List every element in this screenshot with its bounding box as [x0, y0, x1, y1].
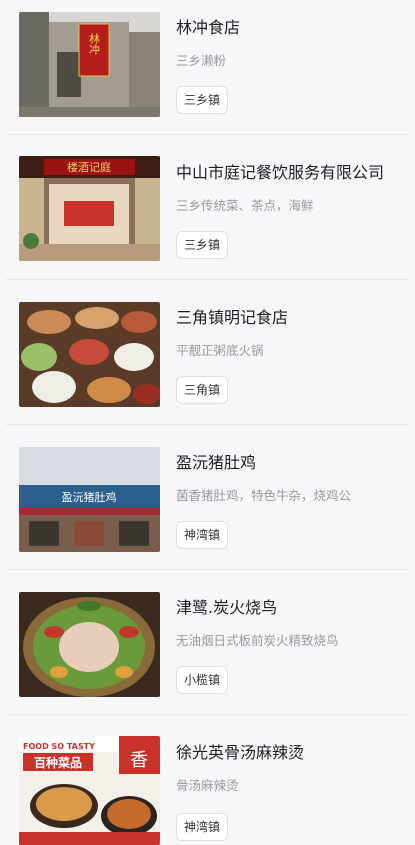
town-tag[interactable]: 三乡镇 — [176, 86, 229, 114]
town-tag[interactable]: 三角镇 — [176, 376, 229, 404]
divider — [6, 279, 409, 280]
divider — [6, 569, 409, 570]
town-tag[interactable]: 小榄镇 — [176, 666, 229, 694]
restaurant-description: 菌香猪肚鸡，特色牛杂，烧鸡公 — [176, 488, 352, 503]
sign-text: 楼酒记庭 — [67, 160, 111, 174]
sign-text: 林冲 — [88, 32, 101, 56]
poster-line1-text: FOOD SO TASTY — [23, 742, 95, 751]
restaurant-name[interactable]: 徐光英骨汤麻辣烫 — [176, 739, 304, 763]
list-item[interactable]: 津鹭.炭火烧鸟 无油烟日式板前炭火精致烧鸟 小榄镇 — [0, 580, 415, 725]
grilled-platter-image — [19, 592, 160, 697]
town-tag[interactable]: 三乡镇 — [176, 231, 229, 259]
divider — [6, 134, 409, 135]
list-item[interactable]: 林冲 林冲食店 三乡濑粉 三乡镇 — [0, 0, 415, 145]
restaurant-description: 骨汤麻辣烫 — [176, 778, 239, 793]
hotpot-dishes-image — [19, 302, 160, 407]
divider — [6, 714, 409, 715]
poster-badge-text: 香 — [130, 750, 148, 771]
restaurant-description: 平靓正粥底火锅 — [176, 343, 264, 358]
restaurant-hall-image: 楼酒记庭 — [19, 156, 160, 261]
restaurant-name[interactable]: 津鹭.炭火烧鸟 — [176, 594, 277, 618]
restaurant-name[interactable]: 盈沅猪肚鸡 — [176, 449, 256, 473]
restaurant-name[interactable]: 三角镇明记食店 — [176, 304, 288, 328]
restaurant-description: 三乡传统菜、茶点，海鲜 — [176, 198, 314, 213]
restaurant-description: 无油烟日式板前炭火精致烧鸟 — [176, 633, 339, 648]
list-item[interactable]: 盈沅猪肚鸡 盈沅猪肚鸡 菌香猪肚鸡，特色牛杂，烧鸡公 神湾镇 — [0, 435, 415, 580]
storefront-sign-image: 盈沅猪肚鸡 — [19, 447, 160, 552]
list-item[interactable]: 楼酒记庭 中山市庭记餐饮服务有限公司 三乡传统菜、茶点，海鲜 三乡镇 — [0, 145, 415, 290]
poster-line2-text: 百种菜品 — [34, 755, 82, 770]
town-tag[interactable]: 神湾镇 — [176, 813, 229, 841]
list-item[interactable]: 香 FOOD SO TASTY 百种菜品 徐光英骨汤麻辣烫 骨汤麻辣烫 神湾镇 — [0, 725, 415, 845]
food-poster-image: 香 FOOD SO TASTY 百种菜品 — [19, 736, 160, 845]
restaurant-description: 三乡濑粉 — [176, 53, 227, 68]
list-item[interactable]: 三角镇明记食店 平靓正粥底火锅 三角镇 — [0, 290, 415, 435]
restaurant-list: 林冲 林冲食店 三乡濑粉 三乡镇 楼酒记庭 中山市庭记餐饮服务有限公司 三乡传统… — [0, 0, 415, 845]
town-tag[interactable]: 神湾镇 — [176, 521, 229, 549]
sign-text: 盈沅猪肚鸡 — [62, 490, 117, 504]
restaurant-name[interactable]: 林冲食店 — [176, 14, 240, 38]
restaurant-storefront-image: 林冲 — [19, 12, 160, 117]
divider — [6, 424, 409, 425]
restaurant-name[interactable]: 中山市庭记餐饮服务有限公司 — [176, 159, 384, 183]
